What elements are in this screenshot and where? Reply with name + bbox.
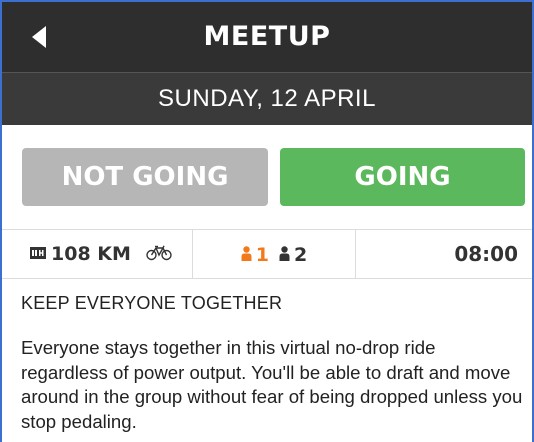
riders-summary: 1 2 — [241, 230, 307, 279]
riders-cell: 1 2 — [193, 230, 356, 278]
start-time: 08:00 — [454, 242, 518, 266]
riders-going-count: 1 — [255, 243, 269, 266]
date-bar: SUNDAY, 12 APRIL — [2, 72, 532, 125]
header-bar: MEETUP — [2, 2, 532, 72]
ride-type-heading: KEEP EVERYONE TOGETHER — [21, 293, 283, 313]
time-cell: 08:00 — [356, 230, 532, 278]
distance-cell: 108 KM — [2, 230, 193, 278]
distance-icon — [30, 247, 46, 259]
distance-value: 108 KM — [51, 243, 131, 265]
not-going-button[interactable]: NOT GOING — [22, 148, 268, 206]
meetup-screen: MEETUP SUNDAY, 12 APRIL NOT GOING GOING … — [0, 0, 534, 442]
rsvp-buttons: NOT GOING GOING — [2, 125, 532, 229]
ride-stats: 108 KM 1 2 08:00 — [2, 229, 532, 279]
bicycle-icon — [146, 245, 172, 261]
person-going-icon — [241, 245, 252, 261]
person-invited-icon — [279, 245, 290, 261]
going-button[interactable]: GOING — [280, 148, 525, 206]
back-button[interactable] — [26, 24, 52, 50]
riders-invited-count: 2 — [294, 243, 308, 266]
page-title: MEETUP — [203, 21, 331, 52]
meetup-date: SUNDAY, 12 APRIL — [158, 85, 376, 112]
ride-description: Everyone stays together in this virtual … — [21, 337, 523, 432]
back-arrow-icon — [32, 26, 46, 48]
